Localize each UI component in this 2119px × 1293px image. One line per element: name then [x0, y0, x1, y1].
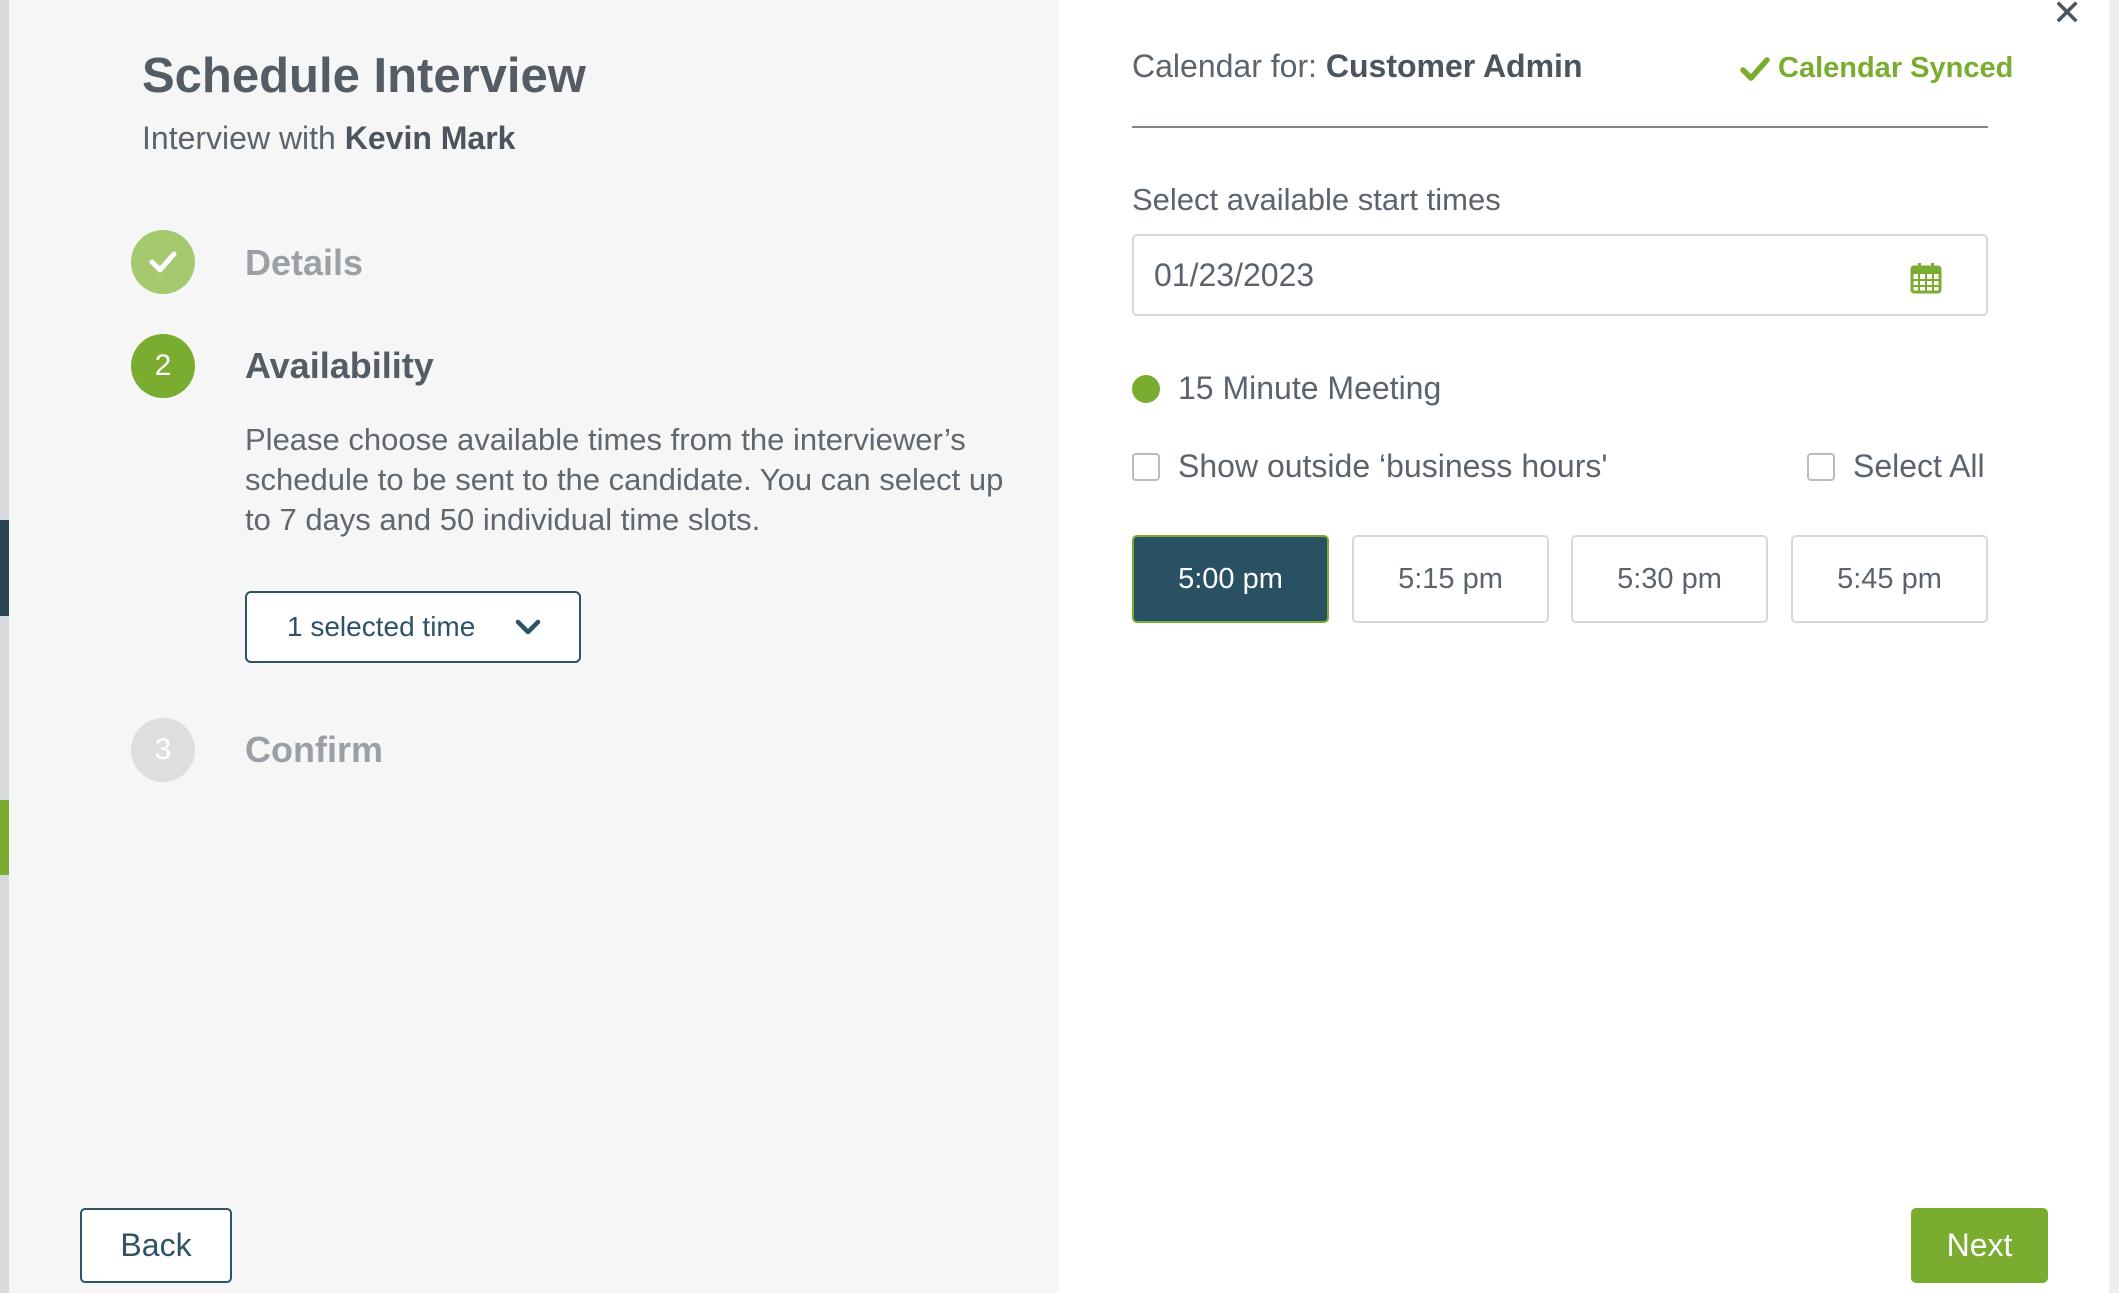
step-2-number: 2	[131, 334, 195, 398]
outside-hours-option[interactable]: Show outside ‘business hours'	[1132, 448, 1607, 485]
background-page-edge	[0, 0, 9, 1293]
candidate-name: Kevin Mark	[344, 120, 516, 156]
back-button[interactable]: Back	[80, 1208, 232, 1283]
modal-left-panel: Schedule Interview Interview with Kevin …	[9, 0, 1059, 1293]
time-slot-button[interactable]: 5:15 pm	[1352, 535, 1549, 623]
check-icon	[149, 251, 177, 273]
date-field-label: Select available start times	[1132, 182, 1501, 217]
step-1-complete-icon	[131, 230, 195, 294]
step-3-label: Confirm	[245, 729, 383, 770]
meeting-color-dot	[1132, 374, 1160, 403]
step-1-label: Details	[245, 242, 364, 283]
outside-hours-checkbox[interactable]	[1132, 452, 1160, 481]
check-icon	[1740, 56, 1770, 81]
select-all-option[interactable]: Select All	[1807, 448, 1985, 485]
date-input[interactable]: 01/23/2023	[1132, 234, 1988, 316]
divider	[1132, 126, 1988, 128]
step-3-number: 3	[131, 718, 195, 782]
meeting-type-label: 15 Minute Meeting	[1178, 370, 1442, 406]
modal-title: Schedule Interview	[142, 49, 586, 103]
close-icon[interactable]: ✕	[2052, 0, 2082, 34]
selected-times-label: 1 selected time	[287, 611, 476, 642]
background-mark	[0, 520, 9, 616]
date-value: 01/23/2023	[1154, 256, 1315, 293]
time-slot-button[interactable]: 5:30 pm	[1571, 535, 1768, 623]
calendar-sync-status: Calendar Synced	[1740, 52, 2013, 85]
calendar-owner: Calendar for: Customer Admin	[1132, 48, 1582, 85]
meeting-type: 15 Minute Meeting	[1132, 370, 1441, 407]
time-slot-button[interactable]: 5:00 pm	[1132, 535, 1329, 623]
background-mark	[0, 800, 9, 875]
selected-times-dropdown[interactable]: 1 selected time	[245, 591, 581, 663]
time-slot-button[interactable]: 5:45 pm	[1791, 535, 1988, 623]
subtitle-prefix: Interview with	[142, 120, 336, 156]
calendar-owner-name: Customer Admin	[1325, 48, 1583, 84]
next-button[interactable]: Next	[1911, 1208, 2048, 1283]
modal-subtitle: Interview with Kevin Mark	[142, 120, 515, 157]
background-page-edge-right	[2109, 0, 2119, 1293]
select-all-checkbox[interactable]	[1807, 452, 1835, 481]
outside-hours-label: Show outside ‘business hours'	[1178, 448, 1608, 484]
calendar-icon[interactable]	[1910, 262, 1942, 294]
step-2-label: Availability	[245, 345, 434, 386]
select-all-label: Select All	[1853, 448, 1985, 484]
chevron-down-icon	[515, 619, 541, 635]
sync-status-text: Calendar Synced	[1778, 52, 2014, 84]
step-2-description: Please choose available times from the i…	[245, 422, 1004, 537]
calendar-label: Calendar for:	[1132, 48, 1317, 84]
